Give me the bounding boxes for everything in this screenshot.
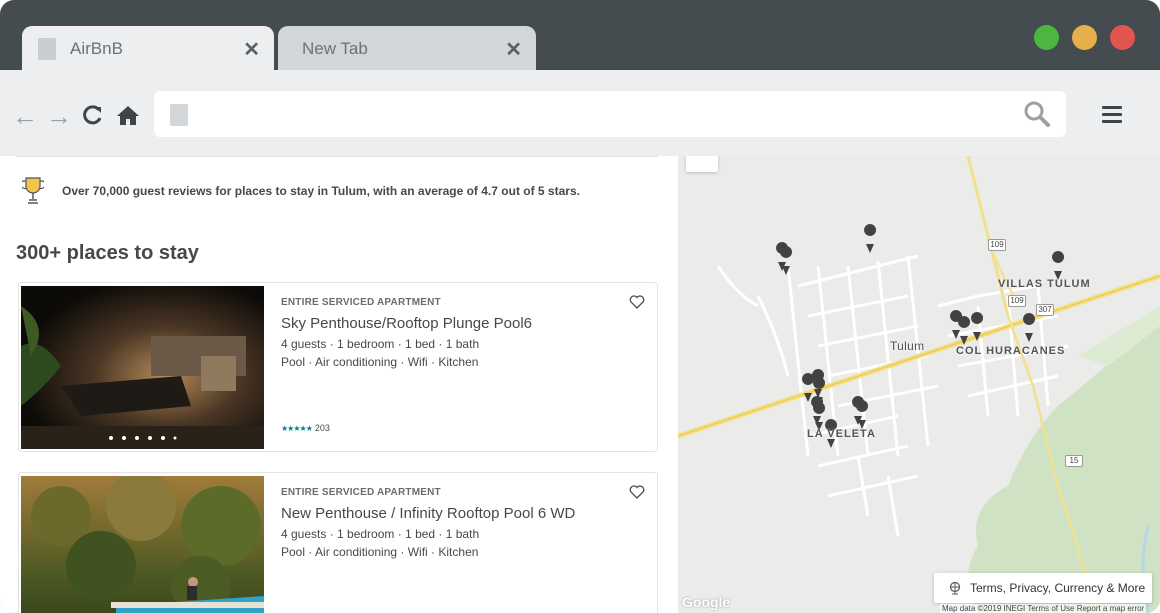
tab-new-tab[interactable]: New Tab ✕ xyxy=(278,26,536,72)
tab-airbnb[interactable]: AirBnB ✕ xyxy=(22,26,274,72)
map-label-la-veleta: LA VELETA xyxy=(807,428,876,440)
listing-title[interactable]: Sky Penthouse/Rooftop Plunge Pool6 xyxy=(281,315,532,332)
search-icon[interactable] xyxy=(1024,101,1050,127)
home-icon[interactable] xyxy=(116,104,140,126)
terms-label: Terms, Privacy, Currency & More xyxy=(970,581,1146,595)
address-bar[interactable] xyxy=(154,91,1066,137)
tab-title: AirBnB xyxy=(70,39,123,58)
close-tab-icon[interactable]: ✕ xyxy=(505,37,522,62)
review-count: 203 xyxy=(314,423,330,433)
listing-specs: 4 guests · 1 bedroom · 1 bed · 1 bath xyxy=(281,527,480,541)
page-title: 300+ places to stay xyxy=(16,242,199,264)
page-icon xyxy=(170,104,188,126)
reviews-text: Over 70,000 guest reviews for places to … xyxy=(62,184,580,198)
back-arrow-icon[interactable]: ← xyxy=(12,103,38,129)
map-label-villas-tulum: VILLAS TULUM xyxy=(998,278,1091,290)
map-footer[interactable]: Map data ©2019 INEGI Terms of Use Report… xyxy=(940,604,1147,613)
reload-icon[interactable] xyxy=(82,104,104,126)
star-rating-icon: ★★★★★ xyxy=(281,423,313,433)
close-window-button[interactable] xyxy=(1110,25,1135,50)
listing-photo[interactable] xyxy=(21,476,264,613)
road-shield: 109 xyxy=(1008,295,1026,307)
close-tab-icon[interactable]: ✕ xyxy=(243,37,260,62)
google-logo: Google xyxy=(682,594,731,610)
listing-card[interactable]: ENTIRE SERVICED APARTMENT New Penthouse … xyxy=(18,472,658,613)
listing-amenities: Pool · Air conditioning · Wifi · Kitchen xyxy=(281,355,479,369)
listing-card[interactable]: ENTIRE SERVICED APARTMENT Sky Penthouse/… xyxy=(18,282,658,452)
listing-type: ENTIRE SERVICED APARTMENT xyxy=(281,297,441,308)
listing-panel: Over 70,000 guest reviews for places to … xyxy=(0,156,678,613)
tab-title: New Tab xyxy=(302,39,368,58)
map[interactable]: VILLAS TULUM Tulum COL HURACANES LA VELE… xyxy=(678,156,1160,613)
file-icon xyxy=(38,38,56,60)
map-canvas[interactable] xyxy=(678,156,1160,613)
zoom-out-button[interactable] xyxy=(686,156,718,172)
listing-title[interactable]: New Penthouse / Infinity Rooftop Pool 6 … xyxy=(281,505,575,522)
listing-specs: 4 guests · 1 bedroom · 1 bed · 1 bath xyxy=(281,337,480,351)
trophy-icon xyxy=(22,177,44,204)
map-label-tulum: Tulum xyxy=(890,339,925,353)
browser-toolbar: ← → xyxy=(0,70,1160,156)
maximize-button[interactable] xyxy=(1034,25,1059,50)
page-content: Over 70,000 guest reviews for places to … xyxy=(0,156,1160,613)
reviews-banner: Over 70,000 guest reviews for places to … xyxy=(22,176,580,206)
road-shield: 15 xyxy=(1065,455,1083,467)
listing-rating: ★★★★★ 203 xyxy=(281,423,330,433)
heart-icon[interactable] xyxy=(629,295,645,309)
globe-icon xyxy=(949,581,961,595)
map-label-col-huracanes: COL HURACANES xyxy=(956,345,1066,357)
terms-button[interactable]: Terms, Privacy, Currency & More xyxy=(934,573,1152,603)
divider xyxy=(16,156,658,157)
road-shield: 307 xyxy=(1036,304,1054,316)
listing-amenities: Pool · Air conditioning · Wifi · Kitchen xyxy=(281,545,479,559)
heart-icon[interactable] xyxy=(629,485,645,499)
listing-type: ENTIRE SERVICED APARTMENT xyxy=(281,487,441,498)
forward-arrow-icon[interactable]: → xyxy=(46,103,72,129)
browser-window: AirBnB ✕ New Tab ✕ ← → Over 70,000 guest… xyxy=(0,0,1160,613)
road-shield: 109 xyxy=(988,239,1006,251)
hamburger-menu-icon[interactable] xyxy=(1102,106,1122,124)
listing-photo[interactable] xyxy=(21,286,264,449)
minimize-button[interactable] xyxy=(1072,25,1097,50)
